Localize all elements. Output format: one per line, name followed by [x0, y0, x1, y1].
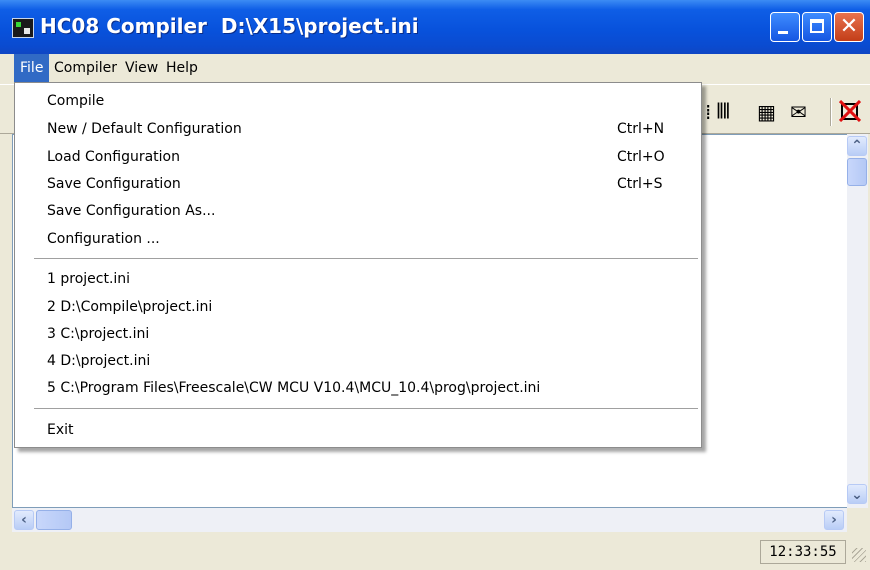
settings-icon[interactable]: ▦ — [757, 100, 776, 124]
menu-file[interactable]: File — [14, 54, 50, 82]
menu-item-save-configuration-as[interactable]: Save Configuration As... — [47, 203, 215, 219]
horizontal-scrollbar[interactable]: ‹ › — [12, 508, 848, 532]
vertical-scroll-thumb[interactable] — [847, 158, 867, 186]
scroll-down-icon[interactable]: ⌄ — [847, 484, 867, 504]
recent-file-1[interactable]: 1 project.ini — [47, 271, 130, 287]
recent-file-3[interactable]: 3 C:\project.ini — [47, 326, 149, 342]
shortcut-save: Ctrl+S — [617, 176, 663, 192]
menu-separator — [34, 408, 698, 409]
menu-view[interactable]: View — [119, 54, 164, 82]
minimize-button[interactable] — [770, 12, 800, 42]
scroll-right-icon[interactable]: › — [824, 510, 844, 530]
shortcut-load: Ctrl+O — [617, 149, 665, 165]
menu-bar: File Compiler View Help — [0, 54, 870, 82]
close-icon: ✕ — [839, 14, 859, 39]
stop-icon[interactable] — [839, 100, 861, 122]
menu-separator — [34, 258, 698, 259]
file-menu-dropdown: Compile New / Default Configuration Ctrl… — [14, 82, 702, 448]
status-time: 12:33:55 — [760, 540, 846, 564]
menu-item-load-configuration[interactable]: Load Configuration — [47, 149, 180, 165]
scroll-left-icon[interactable]: ‹ — [14, 510, 34, 530]
scrollbar-corner — [847, 508, 868, 532]
title-bar[interactable]: HC08 Compiler D:\X15\project.ini ✕ — [0, 0, 870, 54]
menu-item-configuration[interactable]: Configuration ... — [47, 231, 160, 247]
toolbar-separator — [830, 98, 832, 126]
maximize-button[interactable] — [802, 12, 832, 42]
status-bar — [0, 534, 870, 570]
recent-file-5[interactable]: 5 C:\Program Files\Freescale\CW MCU V10.… — [47, 380, 540, 396]
recent-file-2[interactable]: 2 D:\Compile\project.ini — [47, 299, 212, 315]
menu-item-exit[interactable]: Exit — [47, 422, 74, 438]
menu-item-compile[interactable]: Compile — [47, 93, 104, 109]
horizontal-scroll-thumb[interactable] — [36, 510, 72, 530]
app-window: HC08 Compiler D:\X15\project.ini ✕ File … — [0, 0, 870, 570]
recent-file-4[interactable]: 4 D:\project.ini — [47, 353, 150, 369]
menu-compiler[interactable]: Compiler — [48, 54, 123, 82]
app-icon[interactable] — [12, 18, 34, 38]
shortcut-new: Ctrl+N — [617, 121, 665, 137]
message-icon[interactable]: ✉ — [790, 100, 807, 124]
resize-grip-icon[interactable] — [852, 548, 866, 562]
bits-icon[interactable]: ǀǁǀ — [716, 100, 730, 120]
scroll-up-icon[interactable]: ⌃ — [847, 136, 867, 156]
menu-item-save-configuration[interactable]: Save Configuration — [47, 176, 181, 192]
close-button[interactable]: ✕ — [834, 12, 864, 42]
window-title: HC08 Compiler D:\X15\project.ini — [40, 14, 419, 38]
vertical-scrollbar[interactable]: ⌃ ⌄ — [847, 134, 868, 508]
options-icon[interactable]: ⁞ — [705, 100, 711, 124]
menu-item-new-configuration[interactable]: New / Default Configuration — [47, 121, 242, 137]
menu-help[interactable]: Help — [160, 54, 204, 82]
